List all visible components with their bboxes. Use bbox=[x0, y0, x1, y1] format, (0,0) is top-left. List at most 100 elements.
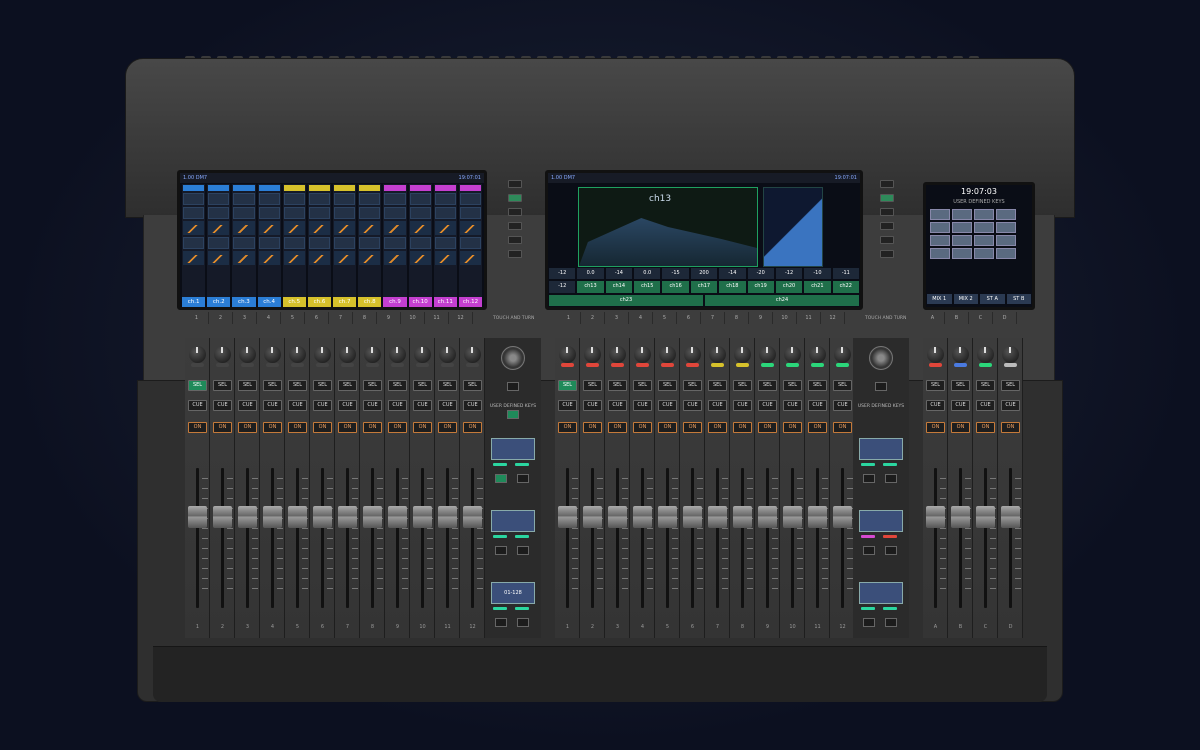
sel-button[interactable]: SEL bbox=[808, 380, 827, 391]
fader-cap[interactable] bbox=[783, 506, 802, 528]
encoder-knob[interactable] bbox=[1002, 346, 1019, 363]
eq-graph[interactable]: ch13 bbox=[578, 187, 758, 267]
on-button[interactable]: ON bbox=[808, 422, 827, 433]
channel-label[interactable]: ch24 bbox=[705, 294, 859, 306]
fader-cap[interactable] bbox=[633, 506, 652, 528]
udk-button[interactable] bbox=[495, 474, 507, 483]
channel-value[interactable]: -20 bbox=[747, 268, 774, 280]
sel-button[interactable]: SEL bbox=[758, 380, 777, 391]
channel-value[interactable]: 200 bbox=[690, 268, 718, 280]
encoder-knob[interactable] bbox=[339, 346, 356, 363]
channel-value[interactable]: -10 bbox=[804, 268, 831, 280]
on-button[interactable]: ON bbox=[583, 422, 602, 433]
channel-value[interactable]: -14 bbox=[605, 268, 633, 280]
cue-button[interactable]: CUE bbox=[313, 400, 332, 411]
on-button[interactable]: ON bbox=[708, 422, 727, 433]
touch-turn-knob[interactable] bbox=[869, 346, 893, 370]
udk-key[interactable] bbox=[930, 235, 950, 246]
encoder-knob[interactable] bbox=[952, 346, 969, 363]
encoder-knob[interactable] bbox=[584, 346, 601, 363]
encoder-knob[interactable] bbox=[439, 346, 456, 363]
channel-label[interactable]: ch16 bbox=[662, 281, 689, 293]
mix-2[interactable]: MIX 2 bbox=[953, 294, 978, 304]
fader-cap[interactable] bbox=[288, 506, 307, 528]
cue-button[interactable]: CUE bbox=[926, 400, 945, 411]
sel-button[interactable]: SEL bbox=[438, 380, 457, 391]
sel-button[interactable]: SEL bbox=[608, 380, 627, 391]
udk-key[interactable] bbox=[996, 222, 1016, 233]
on-button[interactable]: ON bbox=[313, 422, 332, 433]
channel-label[interactable]: ch21 bbox=[804, 281, 831, 293]
udk-key[interactable] bbox=[930, 209, 950, 220]
udk-key[interactable] bbox=[952, 222, 972, 233]
on-button[interactable]: ON bbox=[1001, 422, 1020, 433]
channel-label[interactable]: ch14 bbox=[605, 281, 633, 293]
channel-value[interactable]: -11 bbox=[832, 268, 859, 280]
encoder-knob[interactable] bbox=[414, 346, 431, 363]
on-button[interactable]: ON bbox=[558, 422, 577, 433]
encoder-knob[interactable] bbox=[734, 346, 751, 363]
cue-button[interactable]: CUE bbox=[238, 400, 257, 411]
fader-cap[interactable] bbox=[558, 506, 577, 528]
channel-label[interactable]: ch23 bbox=[549, 294, 703, 306]
channel-column[interactable]: ch.12 bbox=[458, 184, 483, 307]
fader-cap[interactable] bbox=[1001, 506, 1020, 528]
fader-cap[interactable] bbox=[658, 506, 677, 528]
fader-cap[interactable] bbox=[263, 506, 282, 528]
channel-value[interactable]: -12 bbox=[549, 281, 576, 293]
udk-button[interactable] bbox=[517, 618, 529, 627]
dynamics-graph[interactable] bbox=[763, 187, 823, 267]
nav-button[interactable] bbox=[880, 222, 894, 230]
cue-button[interactable]: CUE bbox=[633, 400, 652, 411]
touch-turn-button[interactable] bbox=[507, 382, 519, 391]
nav-button[interactable] bbox=[508, 222, 522, 230]
fader-cap[interactable] bbox=[413, 506, 432, 528]
nav-button[interactable] bbox=[880, 194, 894, 202]
channel-value[interactable]: 0.0 bbox=[577, 268, 604, 280]
channel-value[interactable]: -12 bbox=[549, 268, 576, 280]
on-button[interactable]: ON bbox=[188, 422, 207, 433]
nav-button[interactable] bbox=[508, 208, 522, 216]
encoder-knob[interactable] bbox=[189, 346, 206, 363]
fader-cap[interactable] bbox=[758, 506, 777, 528]
channel-label[interactable]: ch15 bbox=[634, 281, 661, 293]
sel-button[interactable]: SEL bbox=[338, 380, 357, 391]
encoder-knob[interactable] bbox=[784, 346, 801, 363]
nav-button[interactable] bbox=[508, 194, 522, 202]
on-button[interactable]: ON bbox=[438, 422, 457, 433]
encoder-knob[interactable] bbox=[634, 346, 651, 363]
cue-button[interactable]: CUE bbox=[558, 400, 577, 411]
fader-cap[interactable] bbox=[238, 506, 257, 528]
cue-button[interactable]: CUE bbox=[951, 400, 970, 411]
encoder-knob[interactable] bbox=[977, 346, 994, 363]
encoder-knob[interactable] bbox=[609, 346, 626, 363]
cue-button[interactable]: CUE bbox=[338, 400, 357, 411]
udk-button[interactable] bbox=[517, 474, 529, 483]
cue-button[interactable]: CUE bbox=[658, 400, 677, 411]
on-button[interactable]: ON bbox=[463, 422, 482, 433]
nav-button[interactable] bbox=[880, 208, 894, 216]
cue-button[interactable]: CUE bbox=[413, 400, 432, 411]
on-button[interactable]: ON bbox=[338, 422, 357, 433]
channel-label[interactable]: ch20 bbox=[775, 281, 803, 293]
sel-button[interactable]: SEL bbox=[363, 380, 382, 391]
fader-cap[interactable] bbox=[583, 506, 602, 528]
udk-key[interactable] bbox=[974, 248, 994, 259]
channel-value[interactable]: -15 bbox=[662, 268, 689, 280]
cue-button[interactable]: CUE bbox=[976, 400, 995, 411]
sel-button[interactable]: SEL bbox=[976, 380, 995, 391]
cue-button[interactable]: CUE bbox=[263, 400, 282, 411]
nav-button[interactable] bbox=[508, 236, 522, 244]
udk-key[interactable] bbox=[974, 209, 994, 220]
udk-button[interactable] bbox=[495, 546, 507, 555]
center-touchscreen[interactable]: 1.00 DM7 19:07:01 ch13 -12 0.0 -14 0.0 -15 20… bbox=[545, 170, 863, 310]
encoder-knob[interactable] bbox=[214, 346, 231, 363]
on-button[interactable]: ON bbox=[683, 422, 702, 433]
fader-cap[interactable] bbox=[388, 506, 407, 528]
encoder-knob[interactable] bbox=[684, 346, 701, 363]
udk-key[interactable] bbox=[996, 209, 1016, 220]
udk-button[interactable] bbox=[885, 546, 897, 555]
cue-button[interactable]: CUE bbox=[463, 400, 482, 411]
encoder-knob[interactable] bbox=[709, 346, 726, 363]
sel-button[interactable]: SEL bbox=[313, 380, 332, 391]
